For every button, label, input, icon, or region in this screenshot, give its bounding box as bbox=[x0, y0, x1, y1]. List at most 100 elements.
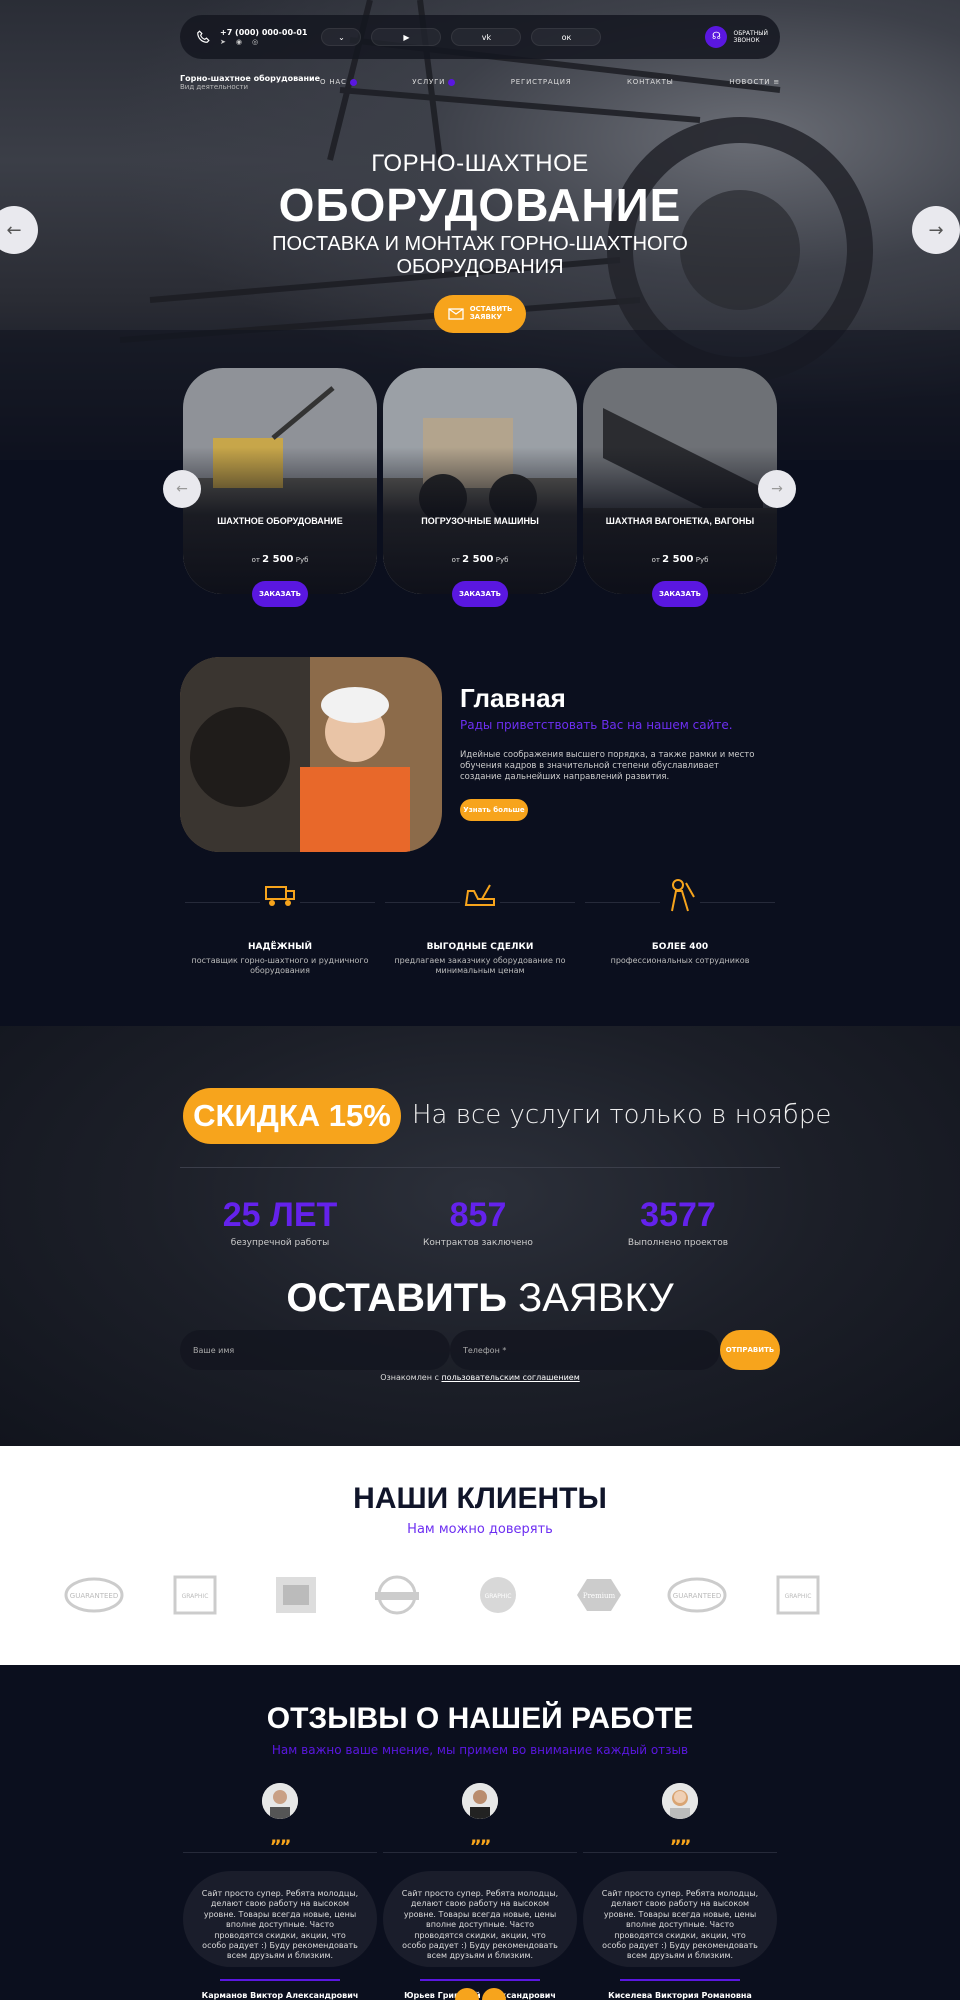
nav-item-news[interactable]: НОВОСТИ ≡ bbox=[729, 78, 780, 86]
product-card[interactable]: ШАХТНОЕ ОБОРУДОВАНИЕ от 2 500 Руб bbox=[183, 368, 377, 594]
hero-description: ПОСТАВКА И МОНТАЖ ГОРНО-ШАХТНОГО ОБОРУДОВ… bbox=[272, 233, 688, 278]
client-logo[interactable]: GRAPHIC bbox=[466, 1570, 530, 1620]
order-button[interactable]: ЗАКАЗАТЬ bbox=[652, 581, 708, 607]
svg-text:GRAPHIC: GRAPHIC bbox=[485, 1593, 512, 1600]
product-price: от 2 500 Руб bbox=[451, 554, 509, 565]
reviews-subtitle: Нам важно ваше мнение, мы примем во вним… bbox=[271, 1743, 689, 1757]
nav-item-registration[interactable]: РЕГИСТРАЦИЯ bbox=[511, 78, 572, 86]
stat-item: 25 ЛЕТ безупречной работы bbox=[222, 1196, 338, 1248]
phone-input[interactable]: Телефон * bbox=[450, 1330, 720, 1370]
nav-dropdown-dot-icon bbox=[349, 78, 357, 86]
discount-badge: СКИДКА 15% bbox=[183, 1088, 401, 1144]
nav-item-contacts[interactable]: КОНТАКТЫ bbox=[627, 78, 674, 86]
feature-desc: предлагаем заказчику оборудование по мин… bbox=[394, 956, 566, 976]
main-nav: О НАС УСЛУГИ РЕГИСТРАЦИЯ КОНТАКТЫ НОВОСТ… bbox=[320, 78, 780, 86]
submit-button[interactable]: ОТПРАВИТЬ bbox=[720, 1330, 780, 1370]
brand-subtitle: Вид деятельности bbox=[180, 83, 249, 91]
quote-icon: „„ bbox=[470, 1827, 492, 1848]
svg-text:GRAPHIC: GRAPHIC bbox=[182, 1593, 209, 1600]
nav-dropdown-dot-icon bbox=[448, 78, 456, 86]
nav-item-services[interactable]: УСЛУГИ bbox=[412, 78, 456, 86]
menu-icon[interactable]: ≡ bbox=[773, 78, 780, 86]
review-author: Юрьев Григорий Александрович bbox=[404, 1991, 556, 2000]
client-logo[interactable]: Premium bbox=[567, 1570, 631, 1620]
order-button[interactable]: ЗАКАЗАТЬ bbox=[452, 581, 508, 607]
hero-request-button[interactable]: ОСТАВИТЬ ЗАЯВКУ bbox=[434, 295, 526, 333]
discount-text: На все услуги только в ноябре bbox=[412, 1100, 832, 1130]
hero-title: ОБОРУДОВАНИЕ bbox=[278, 179, 682, 231]
about-title: Главная bbox=[460, 683, 566, 713]
product-name: ШАХТНАЯ ВАГОНЕТКА, ВАГОНЫ bbox=[605, 516, 755, 526]
phone-icon[interactable] bbox=[192, 26, 214, 48]
review-text: Сайт просто супер. Ребята молодцы, делаю… bbox=[583, 1871, 777, 1967]
feature-item: ВЫГОДНЫЕ СДЕЛКИ предлагаем заказчику обо… bbox=[385, 875, 575, 977]
avatar bbox=[462, 1783, 498, 1819]
miner-icon bbox=[660, 875, 700, 915]
name-input[interactable]: Ваше имя bbox=[180, 1330, 450, 1370]
envelope-icon bbox=[448, 308, 464, 320]
feature-item: НАДЁЖНЫЙ поставщик горно-шахтного и рудн… bbox=[185, 875, 375, 977]
ok-icon[interactable]: ок bbox=[531, 28, 602, 46]
client-logo[interactable]: GUARANTEED bbox=[665, 1570, 729, 1620]
about-subtitle: Рады приветствовать Вас на нашем сайте. bbox=[460, 718, 733, 732]
telegram-icon[interactable]: ➤ bbox=[220, 38, 226, 48]
reviews-title: ОТЗЫВЫ О НАШЕЙ РАБОТЕ bbox=[266, 1702, 694, 1735]
product-price: от 2 500 Руб bbox=[251, 554, 309, 565]
product-card[interactable]: ПОГРУЗОЧНЫЕ МАШИНЫ от 2 500 Руб bbox=[383, 368, 577, 594]
feature-desc: поставщик горно-шахтного и рудничного об… bbox=[191, 956, 369, 976]
vk-icon[interactable]: vk bbox=[451, 28, 522, 46]
about-text: Идейные соображения высшего порядка, а т… bbox=[460, 750, 755, 783]
worker-photo bbox=[180, 657, 442, 852]
top-contact-bar: +7 (000) 000-00-01 ➤ ◉ ◎ ⌄ ▶ vk ок ☊ ОБРАТ… bbox=[180, 15, 780, 59]
quote-icon: „„ bbox=[670, 1827, 692, 1848]
avatar bbox=[662, 1783, 698, 1819]
dropdown-chevron-icon[interactable]: ⌄ bbox=[321, 28, 362, 46]
brand-logo[interactable]: Горно-шахтное оборудование Вид деятельно… bbox=[180, 74, 320, 91]
cards-prev-arrow-icon[interactable]: ← bbox=[163, 470, 201, 508]
product-card[interactable]: ШАХТНАЯ ВАГОНЕТКА, ВАГОНЫ от 2 500 Руб bbox=[583, 368, 777, 594]
client-logo[interactable] bbox=[365, 1570, 429, 1620]
review-author: Карманов Виктор Александрович bbox=[201, 1991, 359, 2000]
review-text: Сайт просто супер. Ребята молодцы, делаю… bbox=[383, 1871, 577, 1967]
feature-title: ВЫГОДНЫЕ СДЕЛКИ bbox=[426, 942, 534, 952]
stat-item: 857 Контрактов заключено bbox=[423, 1196, 533, 1248]
feature-title: БОЛЕЕ 400 bbox=[651, 942, 709, 952]
quote-icon: „„ bbox=[270, 1827, 292, 1848]
review-author: Киселева Виктория Романовна bbox=[608, 1991, 752, 2000]
svg-text:Premium: Premium bbox=[583, 1592, 616, 1600]
stat-item: 3577 Выполнено проектов bbox=[627, 1196, 729, 1248]
order-button[interactable]: ЗАКАЗАТЬ bbox=[252, 581, 308, 607]
form-title: ОСТАВИТЬ ЗАЯВКУ bbox=[286, 1276, 674, 1320]
youtube-icon[interactable]: ▶ bbox=[371, 28, 442, 46]
feature-desc: профессиональных сотрудников bbox=[610, 956, 750, 965]
viber-icon[interactable]: ◎ bbox=[252, 38, 258, 48]
hero-next-arrow-icon[interactable]: → bbox=[912, 206, 960, 254]
excavator-icon bbox=[460, 875, 500, 915]
svg-text:GUARANTEED: GUARANTEED bbox=[673, 1592, 721, 1600]
cards-next-arrow-icon[interactable]: → bbox=[758, 470, 796, 508]
review-card: „„ Сайт просто супер. Ребята молодцы, де… bbox=[183, 1783, 377, 2000]
product-price: от 2 500 Руб bbox=[651, 554, 709, 565]
truck-icon bbox=[260, 875, 300, 915]
clients-subtitle: Нам можно доверять bbox=[407, 1522, 553, 1537]
callback-label-2: ЗВОНОК bbox=[733, 37, 760, 44]
phone-number[interactable]: +7 (000) 000-00-01 bbox=[220, 27, 307, 38]
svg-text:GRAPHIC: GRAPHIC bbox=[785, 1593, 812, 1600]
clients-title: НАШИ КЛИЕНТЫ bbox=[353, 1482, 607, 1515]
nav-item-about[interactable]: О НАС bbox=[320, 78, 357, 86]
feature-title: НАДЁЖНЫЙ bbox=[247, 942, 313, 952]
callback-label-1: ОБРАТНЫЙ bbox=[733, 29, 768, 37]
product-cards: ШАХТНОЕ ОБОРУДОВАНИЕ от 2 500 Руб ПОГРУЗ… bbox=[183, 368, 777, 594]
whatsapp-icon[interactable]: ◉ bbox=[236, 38, 242, 48]
review-text: Сайт просто супер. Ребята молодцы, делаю… bbox=[183, 1871, 377, 1967]
hero-subtitle: ГОРНО-ШАХТНОЕ bbox=[371, 150, 589, 177]
learn-more-button[interactable]: Узнать больше bbox=[460, 799, 528, 821]
svg-text:GUARANTEED: GUARANTEED bbox=[70, 1592, 118, 1600]
client-logo[interactable]: GUARANTEED bbox=[62, 1570, 126, 1620]
agreement-link[interactable]: пользовательским соглашением bbox=[441, 1373, 579, 1382]
client-logo[interactable] bbox=[264, 1570, 328, 1620]
callback-button[interactable]: ☊ ОБРАТНЫЙ ЗВОНОК bbox=[705, 26, 768, 48]
client-logo[interactable]: GRAPHIC bbox=[766, 1570, 830, 1620]
clients-section: НАШИ КЛИЕНТЫ Нам можно доверять GUARANTE… bbox=[0, 1446, 960, 1665]
client-logo[interactable]: GRAPHIC bbox=[163, 1570, 227, 1620]
